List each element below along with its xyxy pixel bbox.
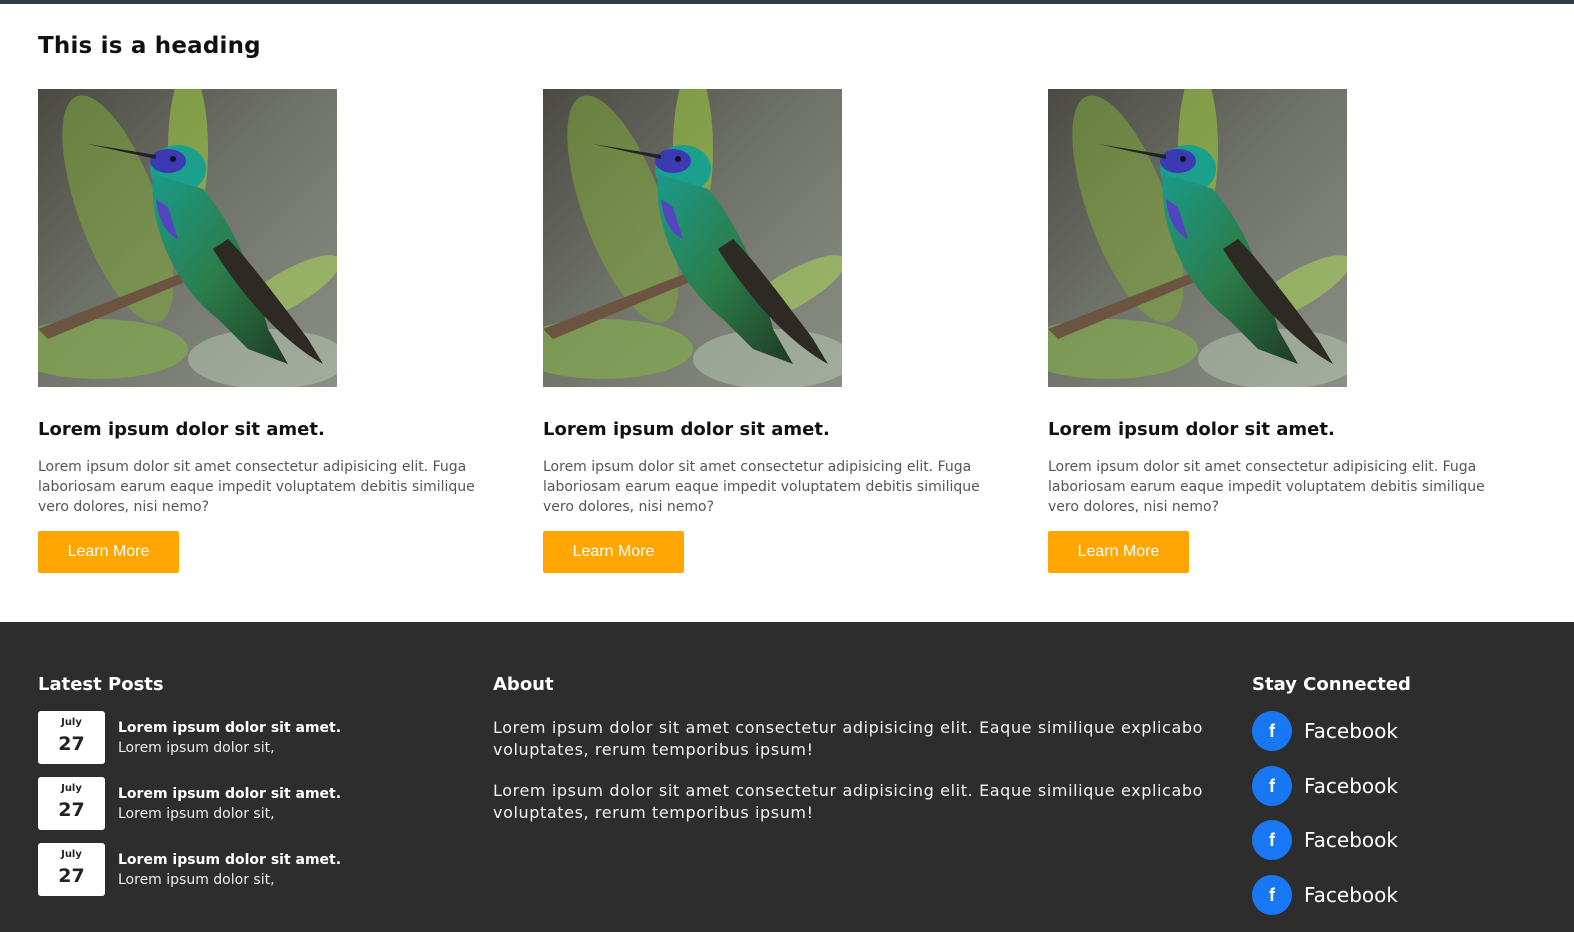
- social-label: Facebook: [1304, 774, 1398, 798]
- post-excerpt: Lorem ipsum dolor sit,: [118, 740, 275, 756]
- facebook-icon: f: [1252, 766, 1292, 806]
- card: Lorem ipsum dolor sit amet. Lorem ipsum …: [38, 89, 498, 573]
- about-paragraph: Lorem ipsum dolor sit amet consectetur a…: [493, 718, 1203, 759]
- date-day: 27: [58, 733, 85, 755]
- post-item[interactable]: July 27 Lorem ipsum dolor sit amet. Lore…: [38, 777, 438, 830]
- date-month: July: [61, 849, 82, 860]
- hummingbird-image: [543, 89, 842, 387]
- card-text: Lorem ipsum dolor sit amet consectetur a…: [543, 459, 980, 515]
- date-month: July: [61, 783, 82, 794]
- date-badge: July 27: [38, 843, 105, 896]
- date-day: 27: [58, 799, 85, 821]
- post-title[interactable]: Lorem ipsum dolor sit amet.: [118, 720, 341, 736]
- post-excerpt: Lorem ipsum dolor sit,: [118, 872, 275, 888]
- facebook-link[interactable]: f Facebook: [1252, 766, 1552, 806]
- about-paragraph: Lorem ipsum dolor sit amet consectetur a…: [493, 781, 1203, 822]
- card-text: Lorem ipsum dolor sit amet consectetur a…: [38, 459, 475, 515]
- latest-posts-heading: Latest Posts: [38, 674, 164, 695]
- facebook-link[interactable]: f Facebook: [1252, 875, 1552, 915]
- post-item[interactable]: July 27 Lorem ipsum dolor sit amet. Lore…: [38, 843, 438, 896]
- social-label: Facebook: [1304, 719, 1398, 743]
- post-title[interactable]: Lorem ipsum dolor sit amet.: [118, 786, 341, 802]
- social-label: Facebook: [1304, 883, 1398, 907]
- post-item[interactable]: July 27 Lorem ipsum dolor sit amet. Lore…: [38, 711, 438, 764]
- about-heading: About: [493, 674, 554, 695]
- facebook-icon: f: [1252, 820, 1292, 860]
- date-badge: July 27: [38, 777, 105, 830]
- footer: Latest Posts About Stay Connected July 2…: [0, 622, 1574, 932]
- learn-more-button[interactable]: Learn More: [38, 531, 179, 573]
- post-excerpt: Lorem ipsum dolor sit,: [118, 806, 275, 822]
- card-title: Lorem ipsum dolor sit amet.: [543, 419, 830, 440]
- learn-more-button[interactable]: Learn More: [1048, 531, 1189, 573]
- hummingbird-image: [1048, 89, 1347, 387]
- stay-connected-heading: Stay Connected: [1252, 674, 1411, 695]
- page-heading: This is a heading: [38, 33, 261, 59]
- date-badge: July 27: [38, 711, 105, 764]
- facebook-link[interactable]: f Facebook: [1252, 820, 1552, 860]
- card-title: Lorem ipsum dolor sit amet.: [1048, 419, 1335, 440]
- date-month: July: [61, 717, 82, 728]
- facebook-icon: f: [1252, 875, 1292, 915]
- card-title: Lorem ipsum dolor sit amet.: [38, 419, 325, 440]
- hummingbird-image: [38, 89, 337, 387]
- social-label: Facebook: [1304, 828, 1398, 852]
- facebook-link[interactable]: f Facebook: [1252, 711, 1552, 751]
- post-title[interactable]: Lorem ipsum dolor sit amet.: [118, 852, 341, 868]
- facebook-icon: f: [1252, 711, 1292, 751]
- card-text: Lorem ipsum dolor sit amet consectetur a…: [1048, 459, 1485, 515]
- card: Lorem ipsum dolor sit amet. Lorem ipsum …: [543, 89, 1003, 573]
- learn-more-button[interactable]: Learn More: [543, 531, 684, 573]
- top-border: [0, 0, 1574, 4]
- card: Lorem ipsum dolor sit amet. Lorem ipsum …: [1048, 89, 1508, 573]
- date-day: 27: [58, 865, 85, 887]
